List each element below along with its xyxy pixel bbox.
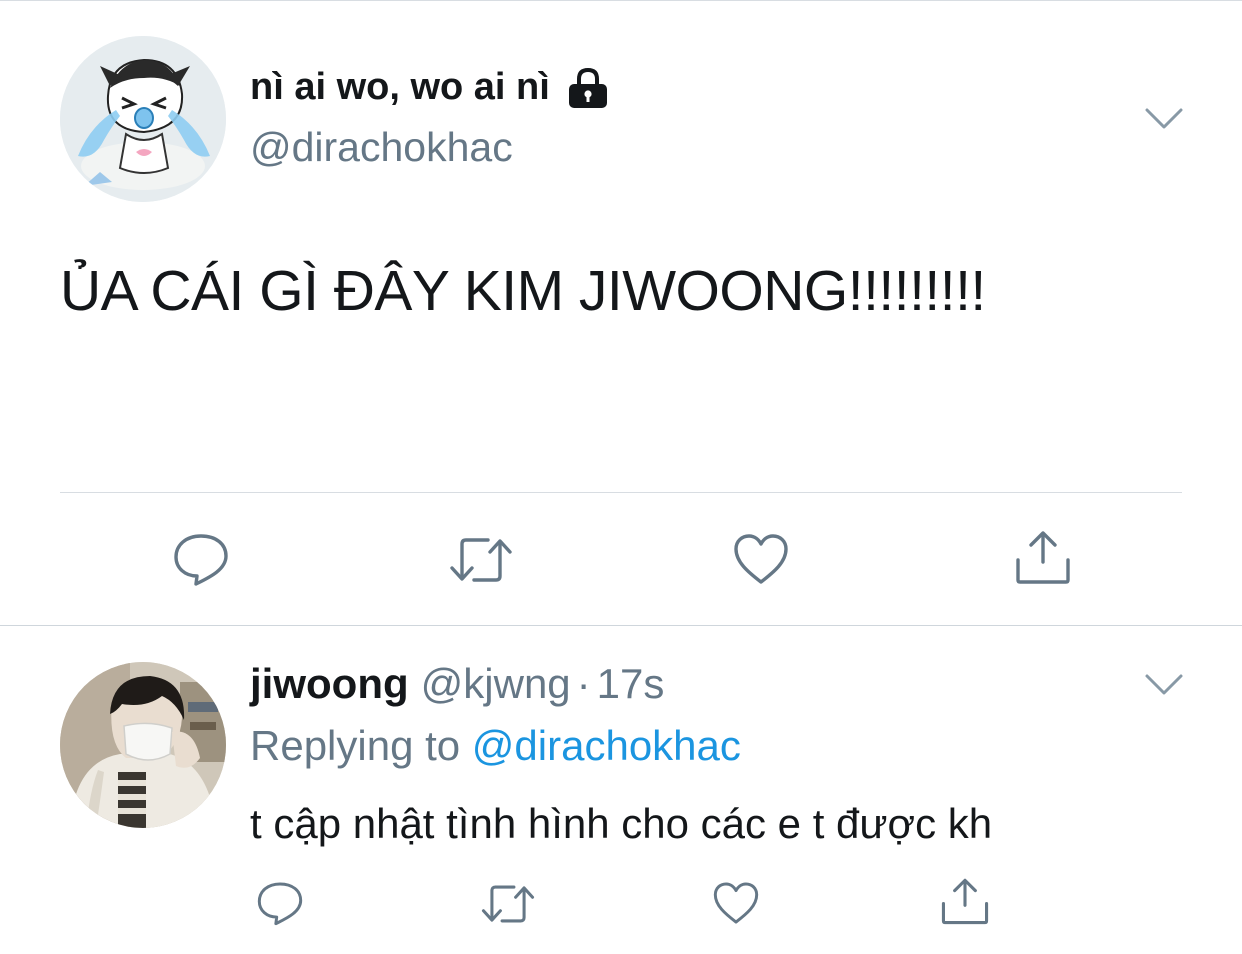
top-divider xyxy=(0,0,1242,1)
replying-to-prefix: Replying to xyxy=(250,722,461,769)
crying-cartoon-avatar-image xyxy=(60,36,226,202)
reply-icon[interactable] xyxy=(172,532,230,586)
share-icon[interactable] xyxy=(1014,528,1072,586)
reply-tweet-header: jiwoong @kjwng · 17s xyxy=(250,660,664,708)
replying-to-mention-link[interactable]: @dirachokhac xyxy=(472,722,741,769)
reply-tweet-handle[interactable]: @kjwng xyxy=(421,660,571,707)
main-tweet-handle[interactable]: @dirachokhac xyxy=(250,124,513,171)
replying-to-line: Replying to @dirachokhac xyxy=(250,722,741,770)
reply-icon[interactable] xyxy=(256,880,304,926)
main-tweet-avatar[interactable] xyxy=(60,36,226,202)
reply-tweet-separator-dot: · xyxy=(576,660,591,707)
person-photo-avatar-image xyxy=(60,662,226,828)
chevron-down-icon[interactable] xyxy=(1144,670,1184,700)
like-icon[interactable] xyxy=(712,880,760,926)
main-tweet-display-name[interactable]: nì ai wo, wo ai nì xyxy=(250,66,550,109)
like-icon[interactable] xyxy=(732,532,790,586)
reply-tweet-text: t cập nhật tình hình cho các e t được kh xyxy=(250,800,993,847)
chevron-down-icon[interactable] xyxy=(1144,104,1184,134)
reply-tweet-avatar[interactable] xyxy=(60,662,226,828)
retweet-icon[interactable] xyxy=(448,534,514,586)
tweet-separator xyxy=(0,625,1242,626)
main-tweet-text: ỦA CÁI GÌ ĐÂY KIM JIWOONG!!!!!!!!! xyxy=(60,259,986,323)
main-tweet-divider xyxy=(60,492,1182,493)
retweet-icon[interactable] xyxy=(480,882,536,926)
reply-tweet-timestamp[interactable]: 17s xyxy=(597,660,665,707)
reply-tweet-display-name[interactable]: jiwoong xyxy=(250,660,409,707)
lock-icon xyxy=(566,67,610,109)
main-tweet-display-name-row[interactable]: nì ai wo, wo ai nì xyxy=(250,66,610,109)
share-icon[interactable] xyxy=(940,876,990,926)
